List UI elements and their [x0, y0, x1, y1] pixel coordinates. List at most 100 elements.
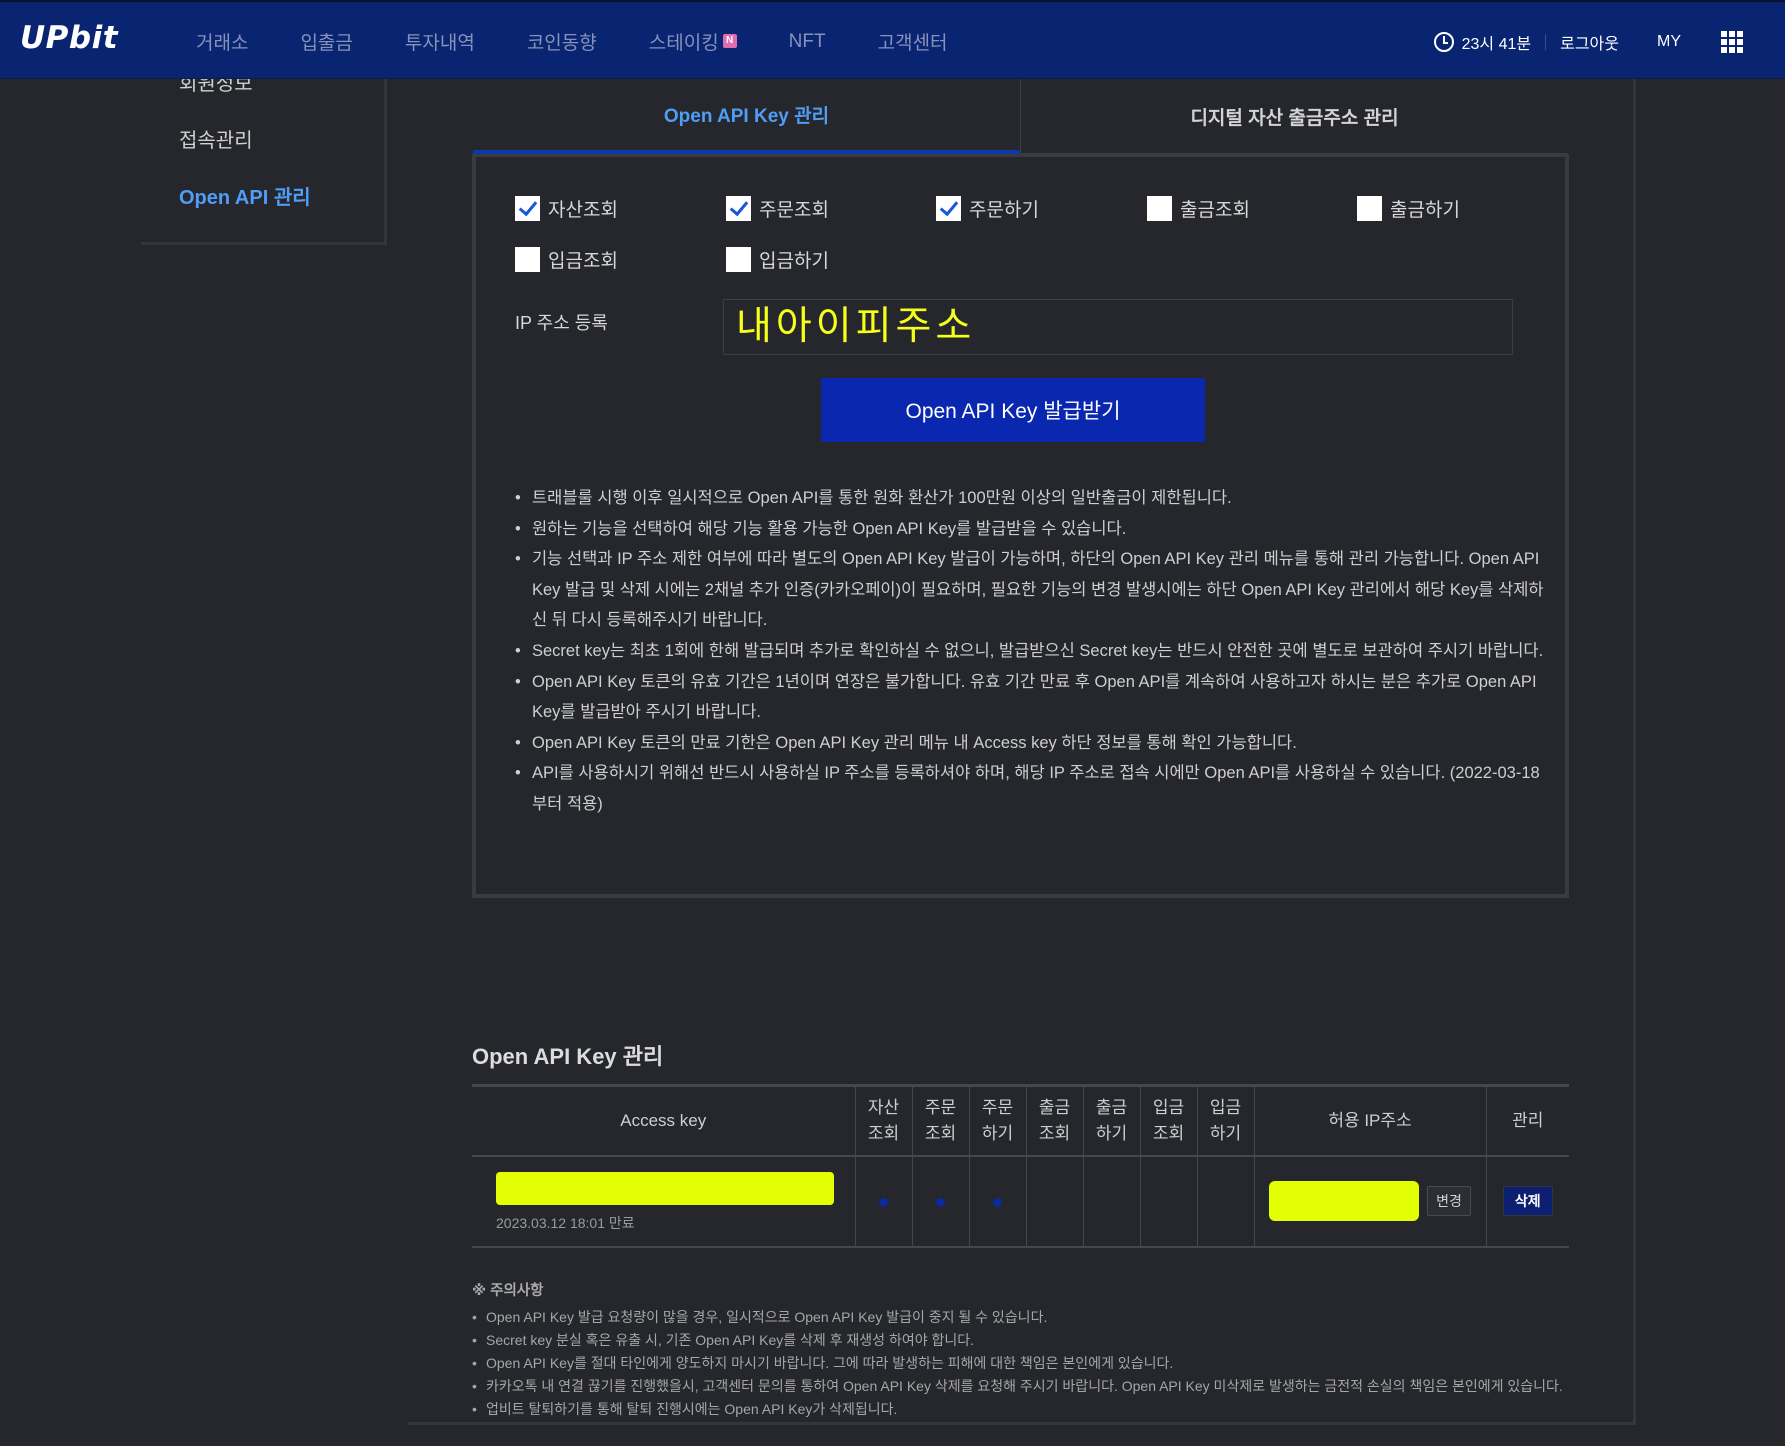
col-withdraw-view: 출금 조회 [1025, 1085, 1083, 1156]
top-navigation-bar: UPbit 거래소 입출금 투자내역 코인동향 스테이킹 N NFT 고객센터 2… [0, 0, 1785, 79]
perm-cell [1082, 1155, 1140, 1247]
nav-label: 고객센터 [877, 33, 948, 54]
checkbox-withdraw-view[interactable]: 출금조회 [1147, 195, 1250, 222]
new-badge: N [722, 34, 737, 48]
table-header-row: Access key 자산 조회 주문 조회 주문 하기 출금 조회 출금 하기 입금 조회… [472, 1085, 1569, 1156]
nav-item-staking[interactable]: 스테이킹 N [649, 28, 737, 55]
account-sidebar: 회원정보 접속관리 Open API 관리 [141, 79, 387, 245]
perm-cell [968, 1155, 1026, 1247]
checkbox-checked-icon[interactable] [726, 196, 751, 221]
ip-address-input[interactable]: 내아이피주소 [723, 299, 1513, 355]
nav-item-coin-trends[interactable]: 코인동향 [527, 28, 597, 55]
nav-label: 입출금 [300, 33, 353, 54]
col-access-key: Access key [620, 1110, 707, 1130]
upbit-logo[interactable]: UPbit [20, 20, 118, 56]
perm-cell [854, 1155, 912, 1247]
col-manage: 관리 [1485, 1085, 1569, 1156]
nav-label: 코인동향 [526, 33, 597, 54]
redacted-ip-address [1269, 1181, 1419, 1221]
notice-item: Open API Key 토큰의 만료 기한은 Open API Key 관리 … [515, 728, 1545, 759]
main-nav: 거래소 입출금 투자내역 코인동향 스테이킹 N NFT 고객센터 [196, 2, 1000, 81]
tab-bar: Open API Key 관리 디지털 자산 출금주소 관리 [473, 79, 1568, 154]
perm-cell [911, 1155, 969, 1247]
session-clock: 23시 41분 [1433, 30, 1532, 54]
tab-open-api-key[interactable]: Open API Key 관리 [473, 79, 1020, 154]
sidebar-item-access-management[interactable]: 접속관리 [179, 124, 253, 153]
perm-cell [1196, 1155, 1254, 1247]
checkbox-label: 입금조회 [548, 251, 618, 272]
api-issue-form: 자산조회 주문조회 주문하기 출금조회 출금하기 입금조회 입금하기 IP 주소… [472, 154, 1569, 898]
enabled-dot-icon [879, 1198, 888, 1207]
nav-label: 거래소 [196, 33, 249, 54]
checkbox-label: 자산조회 [548, 200, 618, 221]
allowed-ip-cell: 변경 [1253, 1155, 1486, 1247]
key-management-title: Open API Key 관리 [472, 1044, 664, 1069]
checkbox-unchecked-icon[interactable] [1147, 196, 1172, 221]
clock-time: 23시 41분 [1461, 35, 1532, 53]
notice-item: Open API Key 토큰의 유효 기간은 1년이며 연장은 불가합니다. … [515, 667, 1545, 728]
caution-item: 업비트 탈퇴하기를 통해 탈퇴 진행시에는 Open API Key가 삭제됩니… [472, 1398, 1569, 1421]
col-allowed-ip: 허용 IP주소 [1253, 1085, 1486, 1156]
redacted-access-key [496, 1171, 834, 1205]
checkbox-label: 출금조회 [1180, 200, 1250, 221]
col-deposit-make: 입금 하기 [1196, 1085, 1254, 1156]
nav-item-exchange[interactable]: 거래소 [196, 28, 248, 55]
checkbox-deposit-view[interactable]: 입금조회 [515, 246, 618, 273]
table-row: 2023.03.12 18:01 만료 변경 삭제 [472, 1155, 1569, 1247]
nav-item-deposit-withdraw[interactable]: 입출금 [300, 28, 352, 55]
perm-cell [1139, 1155, 1197, 1247]
expire-date: 2023.03.12 18:01 만료 [496, 1214, 635, 1231]
checkbox-unchecked-icon[interactable] [726, 247, 751, 272]
delete-key-button[interactable]: 삭제 [1502, 1186, 1553, 1216]
checkbox-withdraw-make[interactable]: 출금하기 [1357, 195, 1460, 222]
issue-api-key-button[interactable]: Open API Key 발급받기 [821, 378, 1205, 442]
checkbox-order-view[interactable]: 주문조회 [726, 195, 829, 222]
checkbox-order-place[interactable]: 주문하기 [936, 195, 1039, 222]
notice-item: 트래블룰 시행 이후 일시적으로 Open API를 통한 원화 환산가 100… [515, 483, 1545, 514]
caution-list: Open API Key 발급 요청량이 많을 경우, 일시적으로 Open A… [472, 1306, 1569, 1421]
enabled-dot-icon [993, 1198, 1002, 1207]
nav-item-customer-center[interactable]: 고객센터 [878, 28, 948, 55]
header-divider [1545, 33, 1547, 50]
nav-label: NFT [788, 30, 826, 52]
col-asset-view: 자산 조회 [854, 1085, 912, 1156]
nav-label: 스테이킹 [648, 33, 719, 54]
notice-item: Secret key는 최초 1회에 한해 발급되며 추가로 확인하실 수 없으… [515, 636, 1545, 667]
checkbox-asset-view[interactable]: 자산조회 [515, 195, 618, 222]
checkbox-checked-icon[interactable] [515, 196, 540, 221]
notice-item: 기능 선택과 IP 주소 제한 여부에 따라 별도의 Open API Key … [515, 544, 1545, 636]
checkbox-deposit-make[interactable]: 입금하기 [726, 246, 829, 273]
notice-item: 원하는 기능을 선택하여 해당 기능 활용 가능한 Open API Key를 … [515, 514, 1545, 545]
checkbox-label: 주문하기 [969, 200, 1039, 221]
access-key-cell: 2023.03.12 18:01 만료 [472, 1156, 855, 1247]
header-right: 23시 41분 로그아웃 MY [1433, 2, 1785, 81]
api-key-table: Access key 자산 조회 주문 조회 주문 하기 출금 조회 출금 하기 입금 조회… [472, 1084, 1569, 1248]
tab-withdraw-address[interactable]: 디지털 자산 출금주소 관리 [1020, 79, 1568, 154]
checkbox-checked-icon[interactable] [936, 196, 961, 221]
main-panel: Open API Key 관리 디지털 자산 출금주소 관리 자산조회 주문조회… [408, 79, 1636, 1425]
notice-list: 트래블룰 시행 이후 일시적으로 Open API를 통한 원화 환산가 100… [515, 483, 1545, 820]
sidebar-item-member-info[interactable]: 회원정보 [179, 79, 253, 96]
my-link[interactable]: MY [1657, 33, 1681, 51]
manage-cell: 삭제 [1485, 1155, 1569, 1247]
checkbox-unchecked-icon[interactable] [515, 247, 540, 272]
change-ip-button[interactable]: 변경 [1427, 1186, 1471, 1216]
ip-register-label: IP 주소 등록 [515, 313, 608, 333]
caution-item: Open API Key 발급 요청량이 많을 경우, 일시적으로 Open A… [472, 1306, 1569, 1329]
app-grid-icon[interactable] [1721, 30, 1743, 53]
caution-title: ※ 주의사항 [472, 1283, 544, 1299]
caution-item: Secret key 분실 혹은 유출 시, 기존 Open API Key를 … [472, 1329, 1569, 1352]
col-withdraw-make: 출금 하기 [1082, 1085, 1140, 1156]
caution-section: ※ 주의사항 Open API Key 발급 요청량이 많을 경우, 일시적으로… [472, 1279, 1569, 1421]
nav-item-investments[interactable]: 투자내역 [405, 28, 475, 55]
nav-label: 투자내역 [404, 33, 475, 54]
sidebar-item-open-api[interactable]: Open API 관리 [179, 181, 311, 210]
col-deposit-view: 입금 조회 [1139, 1085, 1197, 1156]
checkbox-label: 출금하기 [1390, 200, 1460, 221]
checkbox-label: 입금하기 [759, 251, 829, 272]
checkbox-label: 주문조회 [759, 200, 829, 221]
logout-link[interactable]: 로그아웃 [1560, 30, 1619, 54]
checkbox-unchecked-icon[interactable] [1357, 196, 1382, 221]
clock-icon [1433, 31, 1454, 52]
nav-item-nft[interactable]: NFT [789, 31, 826, 53]
